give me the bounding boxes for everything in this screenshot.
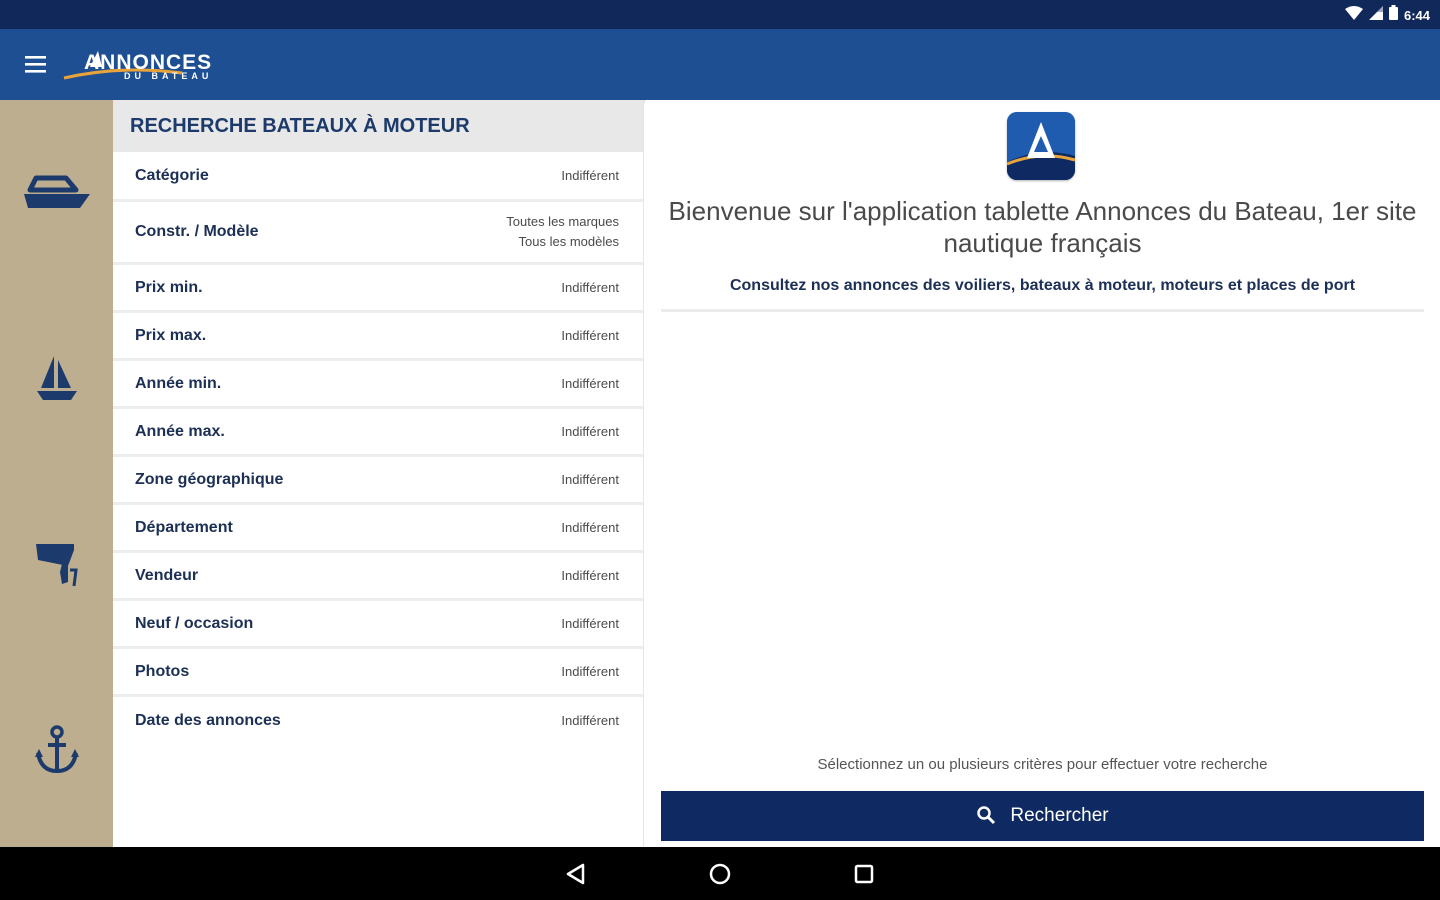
status-icons: 6:44 xyxy=(1344,5,1430,25)
criteria-label: Prix min. xyxy=(135,278,203,296)
app-icon: A xyxy=(1007,112,1075,180)
criteria-value: Indifférent xyxy=(561,567,619,583)
criteria-label: Année max. xyxy=(135,422,225,440)
criteria-row-annee-min[interactable]: Année min. Indifférent xyxy=(113,361,643,409)
criteria-value-model: Tous les modèles xyxy=(518,234,619,249)
app-bar: ANNONCES DU BATEAU xyxy=(0,29,1440,100)
search-hint: Sélectionnez un ou plusieurs critères po… xyxy=(817,756,1268,773)
rail-item-motorboats[interactable] xyxy=(18,159,96,229)
wifi-icon xyxy=(1344,5,1363,25)
criteria-row-prix-min[interactable]: Prix min. Indifférent xyxy=(113,265,643,313)
criteria-label: Date des annonces xyxy=(135,712,281,729)
search-button[interactable]: Rechercher xyxy=(661,791,1424,841)
criteria-label: Prix max. xyxy=(135,326,207,344)
app-logo: ANNONCES DU BATEAU xyxy=(62,47,252,87)
search-button-label: Rechercher xyxy=(1010,805,1109,826)
system-nav-bar xyxy=(0,847,1440,900)
criteria-value: Indifférent xyxy=(561,423,619,439)
anchor-icon xyxy=(35,724,79,780)
rail-item-ports[interactable] xyxy=(18,717,96,787)
search-form-panel: RECHERCHE BATEAUX À MOTEUR Catégorie Ind… xyxy=(113,100,644,847)
criteria-label: Département xyxy=(135,518,233,536)
criteria-value: Indifférent xyxy=(561,713,619,728)
outboard-motor-icon xyxy=(34,540,80,593)
criteria-label: Année min. xyxy=(135,374,222,392)
criteria-value-brand: Toutes les marques xyxy=(506,214,619,229)
logo-line2: DU BATEAU xyxy=(124,71,213,81)
criteria-label: Constr. / Modèle xyxy=(135,223,259,240)
criteria-row-categorie[interactable]: Catégorie Indifférent xyxy=(113,152,643,202)
criteria-label: Catégorie xyxy=(135,166,209,184)
criteria-value: Indifférent xyxy=(561,471,619,487)
form-title: RECHERCHE BATEAUX À MOTEUR xyxy=(130,114,470,137)
form-header: RECHERCHE BATEAUX À MOTEUR xyxy=(113,100,643,152)
cell-signal-icon xyxy=(1368,5,1383,25)
criteria-value: Indifférent xyxy=(561,663,619,679)
criteria-value: Indifférent xyxy=(561,615,619,631)
criteria-value: Indifférent xyxy=(561,375,619,391)
criteria-row-annee-max[interactable]: Année max. Indifférent xyxy=(113,409,643,457)
criteria-row-constructeur-modele[interactable]: Constr. / Modèle Toutes les marques Tous… xyxy=(113,202,643,265)
criteria-value: Indifférent xyxy=(561,519,619,535)
divider xyxy=(661,309,1424,312)
criteria-value: Indifférent xyxy=(561,279,619,295)
back-icon[interactable] xyxy=(562,860,590,888)
criteria-value: Toutes les marques Tous les modèles xyxy=(506,212,619,252)
criteria-label: Neuf / occasion xyxy=(135,614,254,632)
rail-item-sailboats[interactable] xyxy=(18,345,96,415)
criteria-row-photos[interactable]: Photos Indifférent xyxy=(113,649,643,697)
search-icon xyxy=(976,805,996,828)
welcome-title: Bienvenue sur l'application tablette Ann… xyxy=(668,196,1417,258)
criteria-value: Indifférent xyxy=(561,167,619,183)
criteria-row-vendeur[interactable]: Vendeur Indifférent xyxy=(113,553,643,601)
criteria-row-departement[interactable]: Département Indifférent xyxy=(113,505,643,553)
battery-icon xyxy=(1388,5,1398,25)
motorboat-icon xyxy=(22,172,92,217)
criteria-row-neuf-occasion[interactable]: Neuf / occasion Indifférent xyxy=(113,601,643,649)
hamburger-menu-icon[interactable] xyxy=(22,53,50,77)
criteria-label: Zone géographique xyxy=(135,470,284,488)
welcome-panel: A Bienvenue sur l'application tablette A… xyxy=(645,100,1440,847)
criteria-label: Photos xyxy=(135,662,190,680)
criteria-row-prix-max[interactable]: Prix max. Indifférent xyxy=(113,313,643,361)
rail-item-motors[interactable] xyxy=(18,531,96,601)
recents-icon[interactable] xyxy=(850,860,878,888)
status-bar: 6:44 xyxy=(0,0,1440,29)
criteria-row-zone-geographique[interactable]: Zone géographique Indifférent xyxy=(113,457,643,505)
side-rail xyxy=(0,100,113,847)
welcome-subtitle: Consultez nos annonces des voiliers, bat… xyxy=(729,277,1356,294)
status-time: 6:44 xyxy=(1403,7,1430,23)
sailboat-icon xyxy=(35,354,79,407)
home-icon[interactable] xyxy=(706,860,734,888)
criteria-label: Vendeur xyxy=(135,566,199,584)
criteria-row-date-annonces[interactable]: Date des annonces Indifférent xyxy=(113,697,643,745)
criteria-value: Indifférent xyxy=(561,327,619,343)
